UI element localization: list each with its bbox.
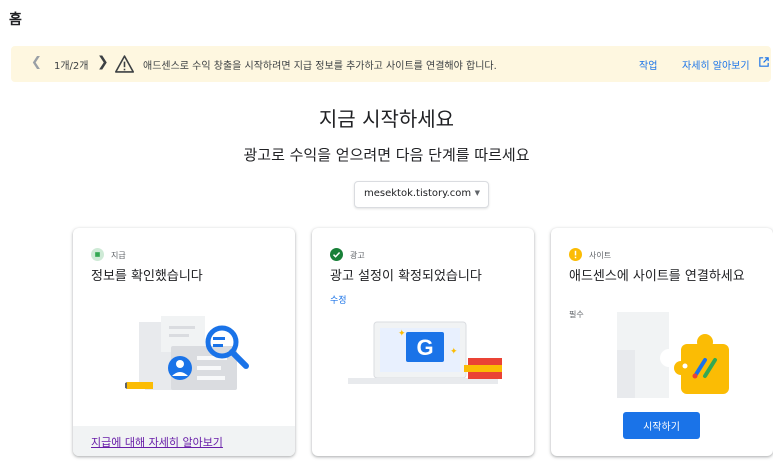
check-circle-icon	[330, 248, 343, 261]
site-card: 사이트 애드센스에 사이트를 연결하세요 필수 시작하기	[551, 228, 773, 456]
site-selector-value: mesektok.tistory.com	[364, 188, 472, 199]
svg-text:✦: ✦	[398, 329, 406, 339]
banner-learn-more-link[interactable]: 자세히 알아보기	[682, 57, 750, 72]
payments-learn-more-link[interactable]: 지급에 대해 자세히 알아보기	[91, 434, 223, 450]
card-title: 애드센스에 사이트를 연결하세요	[569, 269, 745, 284]
card-footer: 지급에 대해 자세히 알아보기	[73, 426, 295, 456]
top-bar: 홈	[0, 0, 773, 38]
banner-counter: 1개/2개	[54, 61, 89, 72]
payments-card: 지급 정보를 확인했습니다 지급에 대해 자세히 알아보기	[73, 228, 295, 456]
card-tag: 광고	[350, 251, 365, 260]
ads-illustration: G ✦ ✦	[348, 321, 502, 384]
page-title: 홈	[9, 12, 22, 28]
svg-text:G: G	[416, 335, 433, 360]
card-tag: 사이트	[589, 251, 612, 260]
in-progress-icon	[91, 248, 104, 261]
site-illustration	[617, 312, 729, 398]
dropdown-arrow-icon: ▼	[474, 189, 480, 197]
hero-title: 지금 시작하세요	[318, 107, 455, 131]
warning-icon	[115, 55, 134, 73]
notification-banner: ❮ 1개/2개 ❯ 애드센스로 수익 창출을 시작하려면 지급 정보를 추가하고…	[11, 46, 771, 82]
banner-action-link[interactable]: 작업	[639, 57, 657, 72]
start-button[interactable]: 시작하기	[623, 412, 700, 439]
payments-illustration	[125, 316, 249, 390]
warning-circle-icon	[569, 248, 582, 261]
site-selector-dropdown[interactable]: mesektok.tistory.com ▼	[354, 181, 489, 208]
ads-card: 광고 광고 설정이 확정되었습니다 수정 G ✦ ✦	[312, 228, 534, 456]
svg-text:✦: ✦	[450, 347, 458, 357]
open-in-new-icon[interactable]	[759, 57, 769, 67]
chevron-right-icon[interactable]: ❯	[97, 54, 109, 70]
hero-subtitle: 광고로 수익을 얻으려면 다음 단계를 따르세요	[243, 146, 530, 164]
card-title: 정보를 확인했습니다	[91, 269, 203, 284]
card-tag: 지급	[111, 251, 126, 260]
card-title: 광고 설정이 확정되었습니다	[330, 269, 482, 284]
edit-link[interactable]: 수정	[330, 293, 347, 306]
required-label: 필수	[569, 310, 584, 319]
chevron-left-icon[interactable]: ❮	[31, 55, 42, 70]
banner-message: 애드센스로 수익 창출을 시작하려면 지급 정보를 추가하고 사이트를 연결해야…	[143, 61, 497, 72]
